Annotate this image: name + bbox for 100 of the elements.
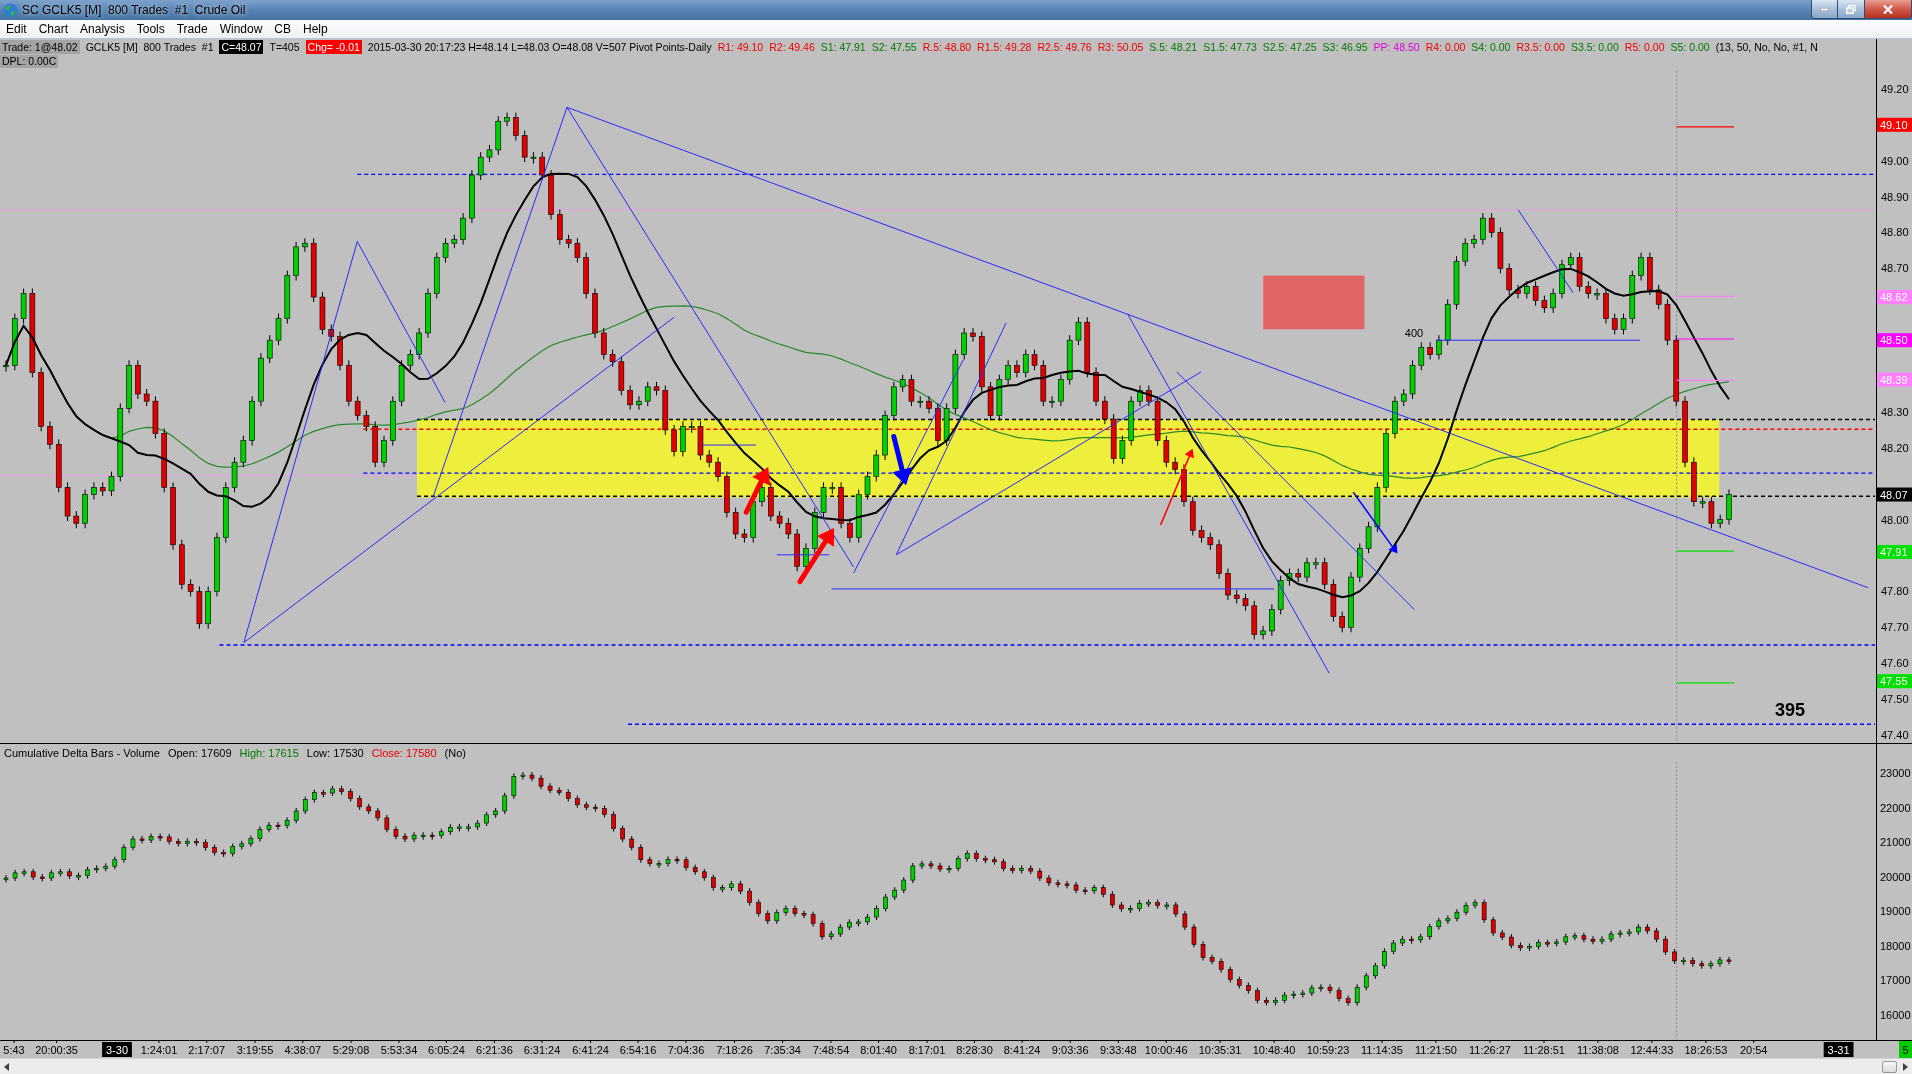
menu-item[interactable]: Edit (0, 20, 33, 38)
time-label: 7:04:36 (667, 1044, 705, 1056)
time-label: 5:53:34 (380, 1044, 418, 1056)
status-badge: 5 (1899, 1041, 1912, 1058)
time-label: 20:00:35 (35, 1044, 78, 1056)
resistance-level: R1.5: 49.28 (977, 40, 1032, 54)
annotation-arrow (891, 434, 912, 486)
time-label: 3:19:55 (236, 1044, 274, 1056)
date-label: 3-31 (1823, 1042, 1854, 1057)
axis-label: 48.30 (1881, 405, 1909, 418)
resistance-level: R.5: 48.80 (922, 40, 972, 54)
time-label: 12:44:33 (1630, 1044, 1674, 1056)
time-label: 5:43 (3, 1044, 25, 1056)
quote-text: 2015-03-30 20:17:23 H=48.14 L=48.03 O=48.08 V=507 Pivot Points-Daily (367, 40, 712, 54)
support-level: S1: 47.91 (820, 40, 866, 54)
change-value: Chg= -0.01 (305, 40, 362, 54)
time-label: 6:54:16 (619, 1044, 657, 1056)
time-label: 2:17:07 (188, 1044, 226, 1056)
quote-text: GCLK5 [M] 800 Trades #1 (85, 40, 214, 54)
time-label: 11:26:27 (1469, 1044, 1511, 1056)
menu-item[interactable]: Tools (130, 20, 171, 38)
time-label: 18:26:53 (1684, 1044, 1728, 1056)
time-label: 10:35:31 (1198, 1044, 1242, 1056)
resistance-level: R1: 49.10 (717, 40, 764, 54)
time-label: 5:29:08 (332, 1044, 370, 1056)
minimize-icon (1820, 7, 1829, 11)
time-label: 6:21:36 (476, 1044, 513, 1056)
menu-item[interactable]: Window (213, 20, 269, 38)
support-level: S4: 0.00 (1471, 40, 1511, 54)
level-line (1676, 338, 1735, 340)
study-value: (No) (444, 747, 466, 760)
axis-label: 47.50 (1881, 693, 1909, 706)
price-tag: 48.62 (1877, 290, 1912, 305)
menu-item[interactable]: CB (268, 20, 297, 38)
time-label: 11:14:35 (1361, 1044, 1403, 1056)
restore-button[interactable] (1838, 0, 1865, 19)
axis-label: 47.40 (1881, 729, 1909, 742)
time-label: 7:35:34 (764, 1044, 801, 1056)
time-label: 7:48:54 (812, 1044, 850, 1056)
price-tag: 47.55 (1877, 674, 1912, 689)
scrollbar[interactable] (0, 1058, 1912, 1074)
axis-label: 21000 (1880, 836, 1911, 849)
restore-icon (1846, 4, 1856, 14)
close-value: Close: 17580 (371, 747, 437, 760)
time-label: 4:38:07 (284, 1044, 322, 1056)
axis-label: 23000 (1880, 767, 1911, 779)
annotation-arrow (743, 467, 771, 515)
resistance-level: R3: 50.05 (1097, 40, 1144, 54)
study-title: Cumulative Delta Bars - Volume (4, 747, 160, 760)
time-label: 10:00:46 (1144, 1044, 1188, 1056)
window-title: SC GCLK5 [M] 800 Trades #1 Crude Oil (22, 3, 246, 17)
axis-label: 48.90 (1881, 190, 1909, 203)
right-triangle-icon[interactable] (1903, 1062, 1908, 1071)
resistance-level: R2.5: 49.76 (1037, 40, 1092, 54)
price-tag: 48.39 (1877, 372, 1912, 387)
menu-item[interactable]: Help (297, 20, 334, 38)
time-label: 20:54 (1739, 1044, 1768, 1056)
scroll-thumb[interactable] (1882, 1060, 1897, 1073)
close-button[interactable] (1865, 0, 1912, 19)
time-label: 1:24:01 (140, 1044, 178, 1056)
quote-text: (13, 50, No, No, #1, N (1715, 40, 1818, 54)
price-tag: 48.07 (1877, 487, 1912, 502)
minimize-button[interactable] (1811, 0, 1838, 19)
support-level: S5: 0.00 (1670, 40, 1710, 54)
axis-label: 47.80 (1881, 585, 1909, 598)
time-label: 8:41:24 (1003, 1044, 1041, 1056)
menu-item[interactable]: Analysis (74, 20, 131, 38)
axis-label: 47.60 (1881, 657, 1909, 670)
level-line (1676, 126, 1735, 128)
support-level: S2: 47.55 (871, 40, 917, 54)
time-label: 10:59:23 (1306, 1044, 1350, 1056)
time-label: 6:31:24 (523, 1044, 561, 1056)
price-tag: 47.91 (1877, 544, 1912, 559)
resistance-level: R4: 0.00 (1425, 40, 1466, 54)
time-label: 9:03:36 (1051, 1044, 1089, 1056)
time-label: 8:01:40 (860, 1044, 897, 1056)
axis-label: 16000 (1880, 1008, 1911, 1021)
date-label: 3-30 (102, 1042, 132, 1057)
level-line (1676, 550, 1735, 552)
axis-label: 48.20 (1881, 441, 1909, 454)
axis-label: 22000 (1880, 801, 1911, 814)
level-line (1676, 295, 1735, 297)
support-level: S.5: 48.21 (1149, 40, 1198, 54)
menu-item[interactable]: Trade (170, 20, 214, 38)
menu-item[interactable]: Chart (32, 20, 75, 38)
resistance-level: R5: 0.00 (1624, 40, 1665, 54)
price-tag: 48.50 (1877, 333, 1912, 348)
time-label: 11:28:51 (1523, 1044, 1565, 1056)
support-level: S3: 46.95 (1322, 40, 1368, 54)
left-triangle-icon[interactable] (4, 1062, 9, 1071)
axis-label: 49.00 (1881, 154, 1909, 167)
study-value: Open: 17609 (167, 747, 232, 760)
axis-label: 48.80 (1881, 226, 1909, 239)
level-line (1676, 379, 1735, 382)
trade-info: Trade: 1@48.02 (0, 40, 80, 54)
dpl-value: DPL: 0.00C (0, 55, 59, 68)
close-price: C=48.07 (219, 40, 264, 54)
axis-label: 17000 (1880, 974, 1911, 987)
time-label: 11:21:50 (1415, 1044, 1457, 1056)
axis-label: 48.00 (1881, 513, 1909, 526)
